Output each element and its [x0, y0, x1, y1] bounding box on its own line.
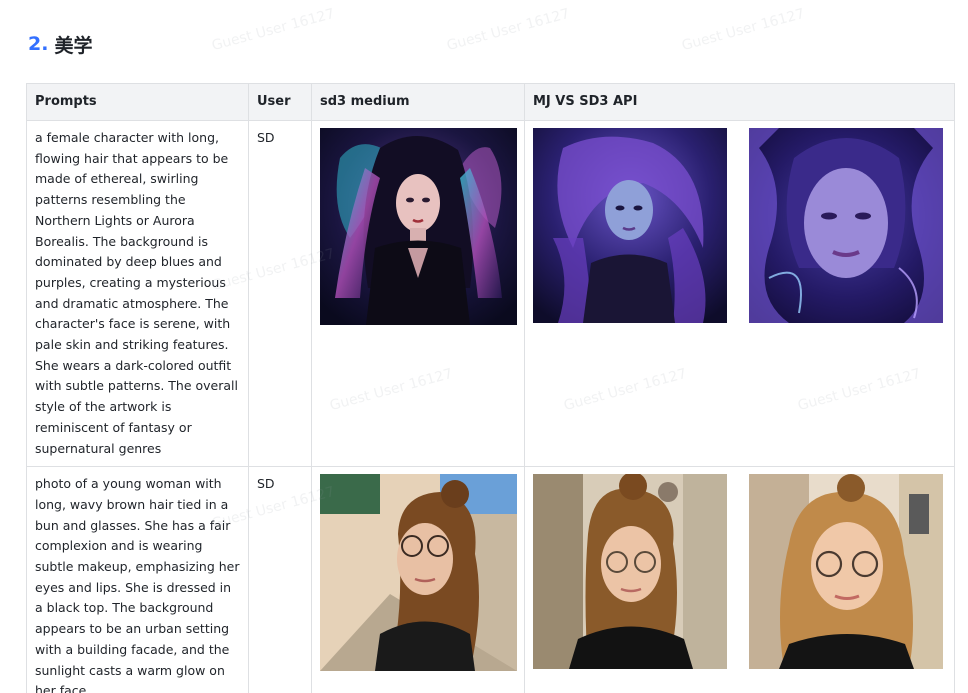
- glasses-woman-mj-image[interactable]: [533, 474, 727, 670]
- image-pair: [533, 128, 946, 323]
- header-mj-vs-sd3-api: MJ VS SD3 API: [524, 83, 955, 121]
- section-title: 美学: [54, 34, 93, 57]
- glasses-woman-sd3-image[interactable]: [320, 474, 517, 672]
- image-pair: [533, 474, 946, 670]
- user-cell: SD: [248, 466, 312, 693]
- aurora-woman-sd3-image[interactable]: [320, 128, 517, 325]
- mj-vs-sd3-cell: [524, 466, 955, 693]
- prompt-cell: photo of a young woman with long, wavy b…: [26, 466, 249, 693]
- header-sd3-medium: sd3 medium: [311, 83, 525, 121]
- watermark-text: Guest User 16127: [445, 5, 572, 55]
- aurora-woman-mj-image[interactable]: [533, 128, 727, 323]
- header-user: User: [248, 83, 312, 121]
- section-number: 2.: [28, 33, 49, 55]
- user-cell: SD: [248, 119, 312, 468]
- section-heading: 2. 美学: [28, 30, 92, 58]
- table-row: a female character with long, flowing ha…: [26, 119, 955, 468]
- comparison-table: Prompts User sd3 medium MJ VS SD3 API a …: [26, 83, 955, 693]
- mj-vs-sd3-cell: [524, 119, 955, 468]
- glasses-woman-sd3-api-image[interactable]: [749, 474, 943, 670]
- table-row: photo of a young woman with long, wavy b…: [26, 466, 955, 693]
- watermark-text: Guest User 16127: [680, 5, 807, 55]
- prompt-cell: a female character with long, flowing ha…: [26, 119, 249, 468]
- sd3-medium-cell: [311, 466, 525, 693]
- aurora-woman-sd3-api-image[interactable]: [749, 128, 943, 323]
- table-header-row: Prompts User sd3 medium MJ VS SD3 API: [26, 83, 955, 121]
- sd3-medium-cell: [311, 119, 525, 468]
- header-prompts: Prompts: [26, 83, 249, 121]
- watermark-text: Guest User 16127: [210, 5, 337, 55]
